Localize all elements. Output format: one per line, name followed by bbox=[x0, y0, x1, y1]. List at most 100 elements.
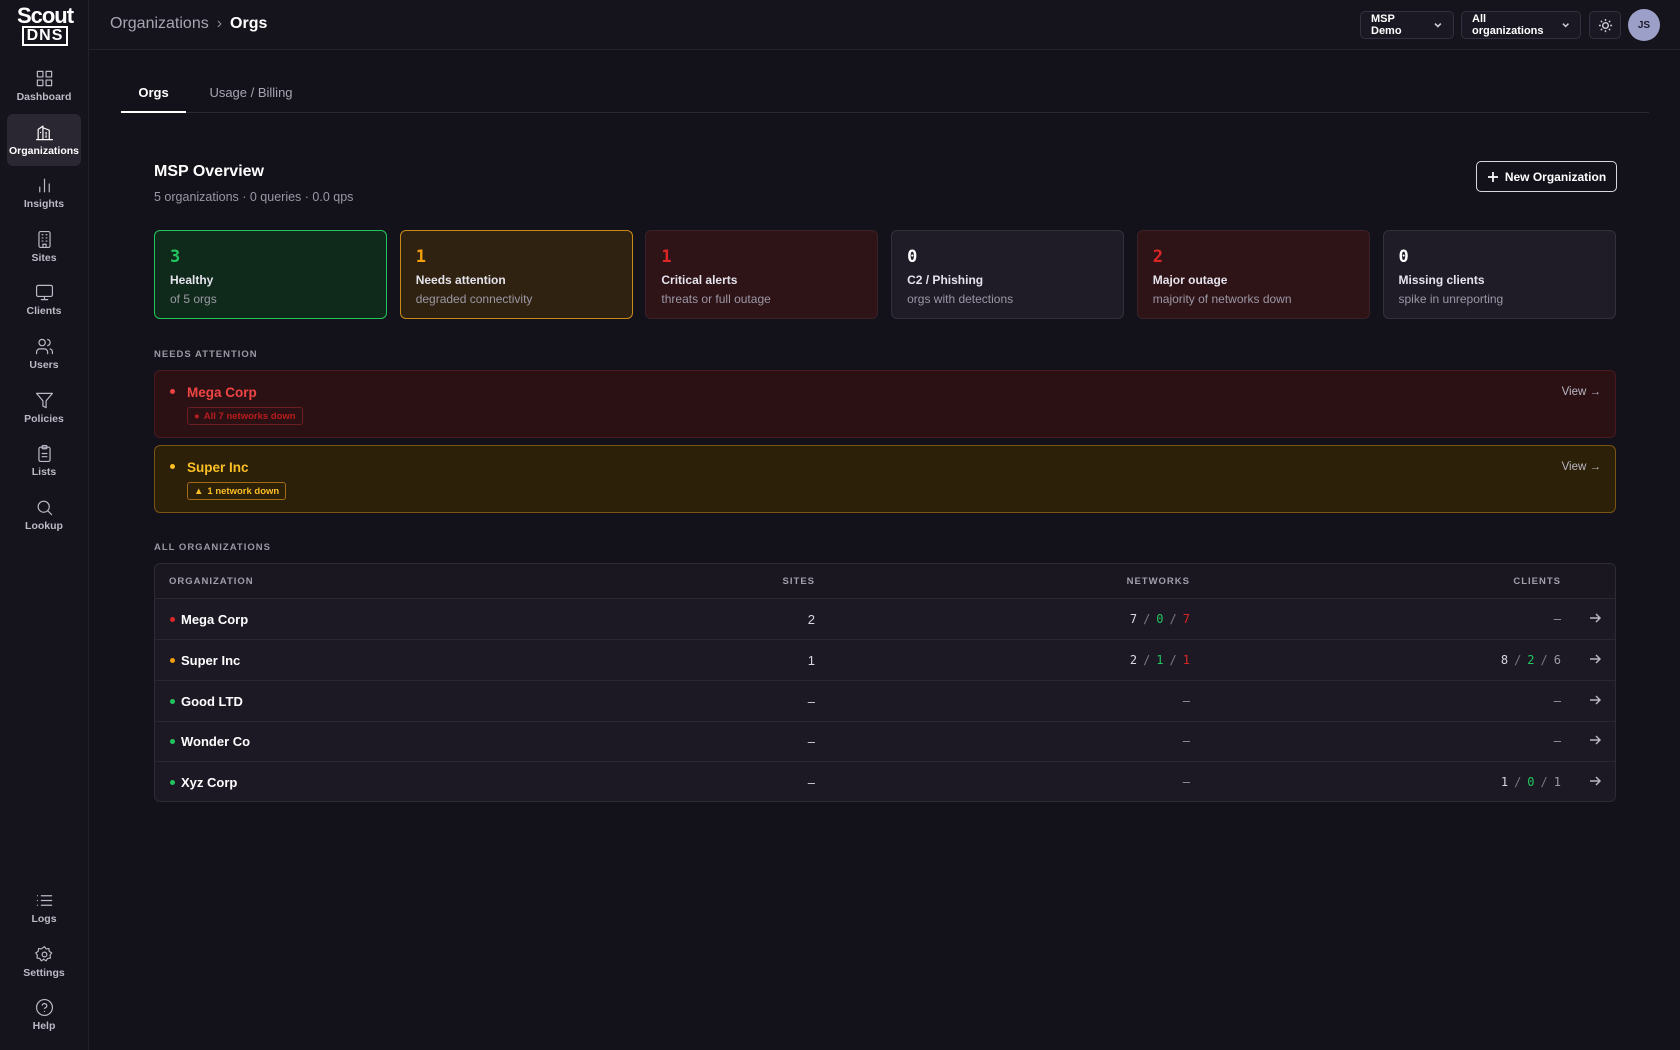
nav-dashboard-label: Dashboard bbox=[16, 91, 72, 103]
nav-help[interactable]: Help bbox=[7, 989, 81, 1041]
org-name[interactable]: Xyz Corp bbox=[181, 775, 237, 790]
plus-icon bbox=[1487, 171, 1498, 182]
nav-logs[interactable]: Logs bbox=[7, 882, 81, 934]
stat-description: majority of networks down bbox=[1152, 292, 1292, 306]
gear-icon bbox=[34, 945, 52, 962]
tenant-select[interactable]: MSP Demo bbox=[1360, 11, 1454, 39]
value-total: 7 bbox=[1129, 612, 1138, 626]
networks-count: – bbox=[1183, 775, 1190, 789]
status-dot bbox=[170, 464, 175, 469]
search-icon bbox=[37, 500, 52, 516]
stat-card-healthy[interactable]: 3 Healthy of 5 orgs bbox=[154, 230, 387, 319]
stat-card-critical-alerts[interactable]: 1 Critical alerts threats or full outage bbox=[645, 230, 879, 319]
stat-card-missing-clients[interactable]: 0 Missing clients spike in unreporting bbox=[1382, 230, 1616, 319]
attention-item[interactable]: Mega Corp ● All 7 networks down View → bbox=[154, 370, 1616, 438]
networks-count: 2/1/1 bbox=[1129, 652, 1190, 667]
arrow-right-icon[interactable] bbox=[1589, 694, 1601, 706]
clipboard-icon bbox=[37, 445, 51, 463]
stat-label: Healthy bbox=[170, 273, 214, 287]
nav-users[interactable]: Users bbox=[7, 328, 81, 380]
tab-orgs[interactable]: Orgs bbox=[121, 78, 186, 113]
org-name[interactable]: Good LTD bbox=[181, 694, 243, 709]
clients-count: 8/2/6 bbox=[1500, 652, 1561, 667]
stat-label: Critical alerts bbox=[661, 273, 738, 287]
users-icon bbox=[35, 338, 53, 355]
arrow-right-icon[interactable] bbox=[1589, 775, 1601, 787]
status-dot bbox=[170, 657, 175, 663]
nav-settings[interactable]: Settings bbox=[7, 936, 81, 988]
org-filter-select[interactable]: All organizations bbox=[1461, 11, 1581, 39]
nav-lookup[interactable]: Lookup bbox=[7, 489, 81, 541]
new-organization-button[interactable]: New Organization bbox=[1476, 161, 1617, 192]
table-row[interactable]: Good LTD – – – bbox=[155, 681, 1615, 722]
nav-lists-label: Lists bbox=[31, 466, 57, 479]
table-row[interactable]: Mega Corp 2 7/0/7 – bbox=[155, 599, 1615, 640]
nav-insights[interactable]: Insights bbox=[7, 167, 81, 219]
attention-item[interactable]: Super Inc ▲ 1 network down View → bbox=[154, 445, 1616, 513]
value-total: 1 bbox=[1500, 775, 1509, 790]
table-row[interactable]: Super Inc 1 2/1/1 8/2/6 bbox=[155, 640, 1615, 681]
stat-label: C2 / Phishing bbox=[907, 273, 984, 287]
stat-card-needs-attention[interactable]: 1 Needs attention degraded connectivity bbox=[399, 230, 633, 319]
sites-count: – bbox=[807, 693, 815, 709]
nav-help-label: Help bbox=[32, 1020, 56, 1033]
nav-policies[interactable]: Policies bbox=[7, 382, 81, 434]
tab-usage-billing[interactable]: Usage / Billing bbox=[203, 78, 299, 113]
value-total: 8 bbox=[1500, 652, 1509, 667]
view-link[interactable]: View → bbox=[1562, 386, 1601, 398]
needs-attention-heading: NEEDS ATTENTION bbox=[154, 349, 258, 360]
nav-sites[interactable]: Sites bbox=[7, 221, 81, 273]
org-name[interactable]: Super Inc bbox=[181, 653, 240, 668]
arrow-right-icon[interactable] bbox=[1589, 734, 1601, 746]
value-up: 2 bbox=[1527, 652, 1535, 667]
status-dot bbox=[170, 780, 175, 786]
org-name[interactable]: Wonder Co bbox=[181, 734, 250, 749]
nav-dashboard[interactable]: Dashboard bbox=[7, 60, 81, 112]
clients-count: 1/0/1 bbox=[1500, 775, 1561, 790]
value-up: 0 bbox=[1527, 775, 1535, 790]
clients-count: – bbox=[1554, 612, 1561, 626]
org-filter-label: All organizations bbox=[1472, 13, 1544, 37]
stat-value: 3 bbox=[170, 247, 181, 267]
table-row[interactable]: Wonder Co – – – bbox=[155, 721, 1615, 763]
user-avatar[interactable]: JS bbox=[1628, 9, 1660, 41]
nav-lists[interactable]: Lists bbox=[7, 435, 81, 487]
column-sites[interactable]: SITES bbox=[783, 576, 815, 587]
empty-value: – bbox=[1182, 693, 1190, 708]
empty-value: – bbox=[1182, 775, 1190, 790]
stat-label: Needs attention bbox=[415, 273, 506, 287]
sidebar: Scout DNS Dashboard Organizations Insigh… bbox=[0, 0, 89, 1050]
column-organization[interactable]: ORGANIZATION bbox=[169, 576, 254, 587]
nav-policies-label: Policies bbox=[24, 412, 64, 425]
arrow-right-icon[interactable] bbox=[1589, 612, 1601, 624]
status-badge: ▲ 1 network down bbox=[187, 482, 287, 500]
office-building-icon bbox=[37, 230, 51, 248]
table-row[interactable]: Xyz Corp – – 1/0/1 bbox=[155, 762, 1615, 801]
value-down: 1 bbox=[1553, 775, 1561, 790]
column-networks[interactable]: NETWORKS bbox=[1127, 576, 1190, 587]
breadcrumb-parent[interactable]: Organizations bbox=[110, 15, 209, 32]
theme-toggle-button[interactable] bbox=[1589, 11, 1621, 39]
empty-value: – bbox=[1553, 693, 1561, 708]
stat-card-major-outage[interactable]: 2 Major outage majority of networks down bbox=[1136, 230, 1370, 319]
value-up: 1 bbox=[1156, 652, 1164, 667]
topbar: Organizations › Orgs MSP Demo All organiza… bbox=[89, 0, 1680, 50]
stat-value: 1 bbox=[661, 247, 672, 267]
stat-card-c2-phishing[interactable]: 0 C2 / Phishing orgs with detections bbox=[891, 230, 1125, 319]
page-title: MSP Overview bbox=[154, 163, 264, 180]
breadcrumb: Organizations › Orgs bbox=[110, 15, 267, 33]
nav-organizations[interactable]: Organizations bbox=[7, 113, 81, 166]
page-subtitle: 5 organizations · 0 queries · 0.0 qps bbox=[154, 190, 354, 204]
column-clients[interactable]: CLIENTS bbox=[1513, 576, 1561, 587]
org-name[interactable]: Mega Corp bbox=[181, 612, 248, 627]
value-down: 1 bbox=[1182, 652, 1190, 667]
arrow-right-icon[interactable] bbox=[1589, 653, 1601, 665]
status-dot bbox=[170, 617, 175, 622]
attention-org-name[interactable]: Super Inc bbox=[187, 460, 249, 475]
view-link[interactable]: View → bbox=[1562, 461, 1601, 473]
nav-logs-label: Logs bbox=[31, 913, 57, 925]
nav-clients[interactable]: Clients bbox=[7, 274, 81, 326]
attention-org-name[interactable]: Mega Corp bbox=[187, 385, 257, 400]
scoutdns-logo[interactable]: Scout DNS bbox=[16, 5, 74, 46]
chevron-down-icon bbox=[1434, 22, 1442, 28]
